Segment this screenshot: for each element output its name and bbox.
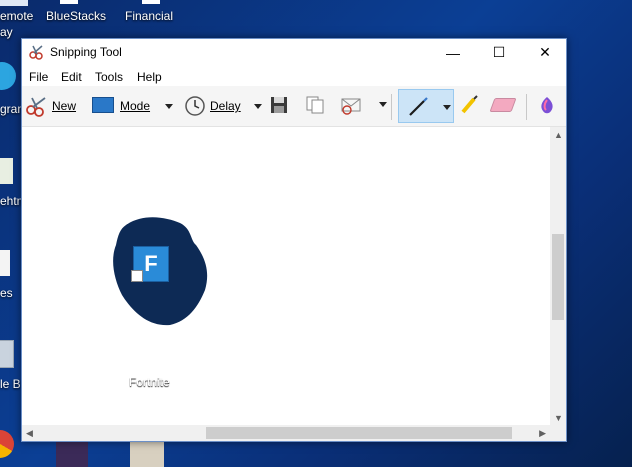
- close-button[interactable]: ✕: [522, 39, 568, 66]
- copy-icon[interactable]: [305, 95, 325, 120]
- snip-canvas[interactable]: F Fortnite: [22, 127, 552, 427]
- pen-icon: [407, 96, 429, 123]
- paint3d-icon[interactable]: [539, 96, 555, 121]
- mode-button[interactable]: Mode: [90, 92, 180, 120]
- send-email-icon[interactable]: [340, 95, 364, 120]
- desktop-label-left-1: ay: [0, 25, 13, 39]
- vertical-scrollbar[interactable]: ▲ ▼: [550, 127, 566, 427]
- desktop-icon-financial[interactable]: [142, 0, 160, 4]
- scroll-left-icon[interactable]: ◀: [26, 428, 33, 439]
- clock-icon: [184, 95, 206, 122]
- title-bar[interactable]: Snipping Tool — ☐ ✕: [22, 39, 566, 66]
- files-icon[interactable]: [0, 250, 10, 276]
- window-title: Snipping Tool: [50, 45, 122, 59]
- eraser-icon[interactable]: [489, 98, 517, 112]
- desktop-label-left-4: es: [0, 286, 13, 300]
- desktop-label-remote: emote: [0, 9, 34, 23]
- chrome-icon[interactable]: [0, 430, 14, 458]
- delay-label: Delay: [210, 99, 241, 113]
- desktop-icon-remote[interactable]: [0, 0, 28, 6]
- menu-edit[interactable]: Edit: [61, 70, 82, 84]
- scroll-up-icon[interactable]: ▲: [554, 130, 563, 140]
- telegram-icon[interactable]: [0, 62, 16, 90]
- horizontal-scrollbar[interactable]: ◀ ▶: [22, 425, 552, 441]
- pen-dropdown-icon[interactable]: [443, 105, 451, 110]
- scissors-icon: [26, 95, 48, 122]
- maximize-button[interactable]: ☐: [476, 39, 522, 66]
- scroll-down-icon[interactable]: ▼: [554, 413, 563, 423]
- delay-dropdown-icon[interactable]: [254, 104, 262, 109]
- desktop-label-bluestacks: BlueStacks: [46, 9, 107, 23]
- desktop-icon-bottom-1[interactable]: [56, 442, 88, 467]
- minimize-button[interactable]: —: [430, 39, 476, 66]
- vertical-scroll-thumb[interactable]: [552, 234, 564, 320]
- menu-bar: File Edit Tools Help: [22, 66, 566, 86]
- highlighter-icon[interactable]: [459, 94, 481, 121]
- send-dropdown-icon[interactable]: [379, 102, 387, 107]
- document-icon[interactable]: [0, 158, 13, 184]
- recycle-bin-icon[interactable]: [0, 340, 14, 368]
- snipping-tool-window[interactable]: Snipping Tool — ☐ ✕ File Edit Tools Help…: [21, 38, 567, 442]
- delay-button[interactable]: Delay: [182, 92, 264, 120]
- scroll-right-icon[interactable]: ▶: [539, 428, 546, 439]
- desktop-label-left-5: le B: [0, 377, 21, 391]
- desktop-icon-bottom-2[interactable]: [130, 442, 164, 467]
- shortcut-arrow-icon: [131, 270, 143, 282]
- menu-help[interactable]: Help: [137, 70, 162, 84]
- toolbar: New Mode Delay: [22, 86, 566, 127]
- desktop-label-financial: Financial: [125, 9, 174, 23]
- new-label: New: [52, 99, 77, 113]
- fortnite-label: Fortnite: [129, 375, 170, 389]
- toolbar-separator-2: [526, 94, 527, 120]
- menu-file[interactable]: File: [29, 70, 48, 84]
- save-icon[interactable]: [270, 96, 288, 119]
- mode-icon: [92, 97, 114, 113]
- toolbar-separator: [391, 94, 392, 120]
- desktop-icon-bluestacks[interactable]: [60, 0, 78, 4]
- pen-button[interactable]: [398, 89, 454, 123]
- scrollbar-corner: [550, 425, 566, 441]
- horizontal-scroll-thumb[interactable]: [206, 427, 512, 439]
- scissors-app-icon: [29, 44, 45, 65]
- new-button[interactable]: New: [24, 92, 80, 120]
- mode-dropdown-icon[interactable]: [165, 104, 173, 109]
- menu-tools[interactable]: Tools: [95, 70, 123, 84]
- mode-label: Mode: [120, 99, 151, 113]
